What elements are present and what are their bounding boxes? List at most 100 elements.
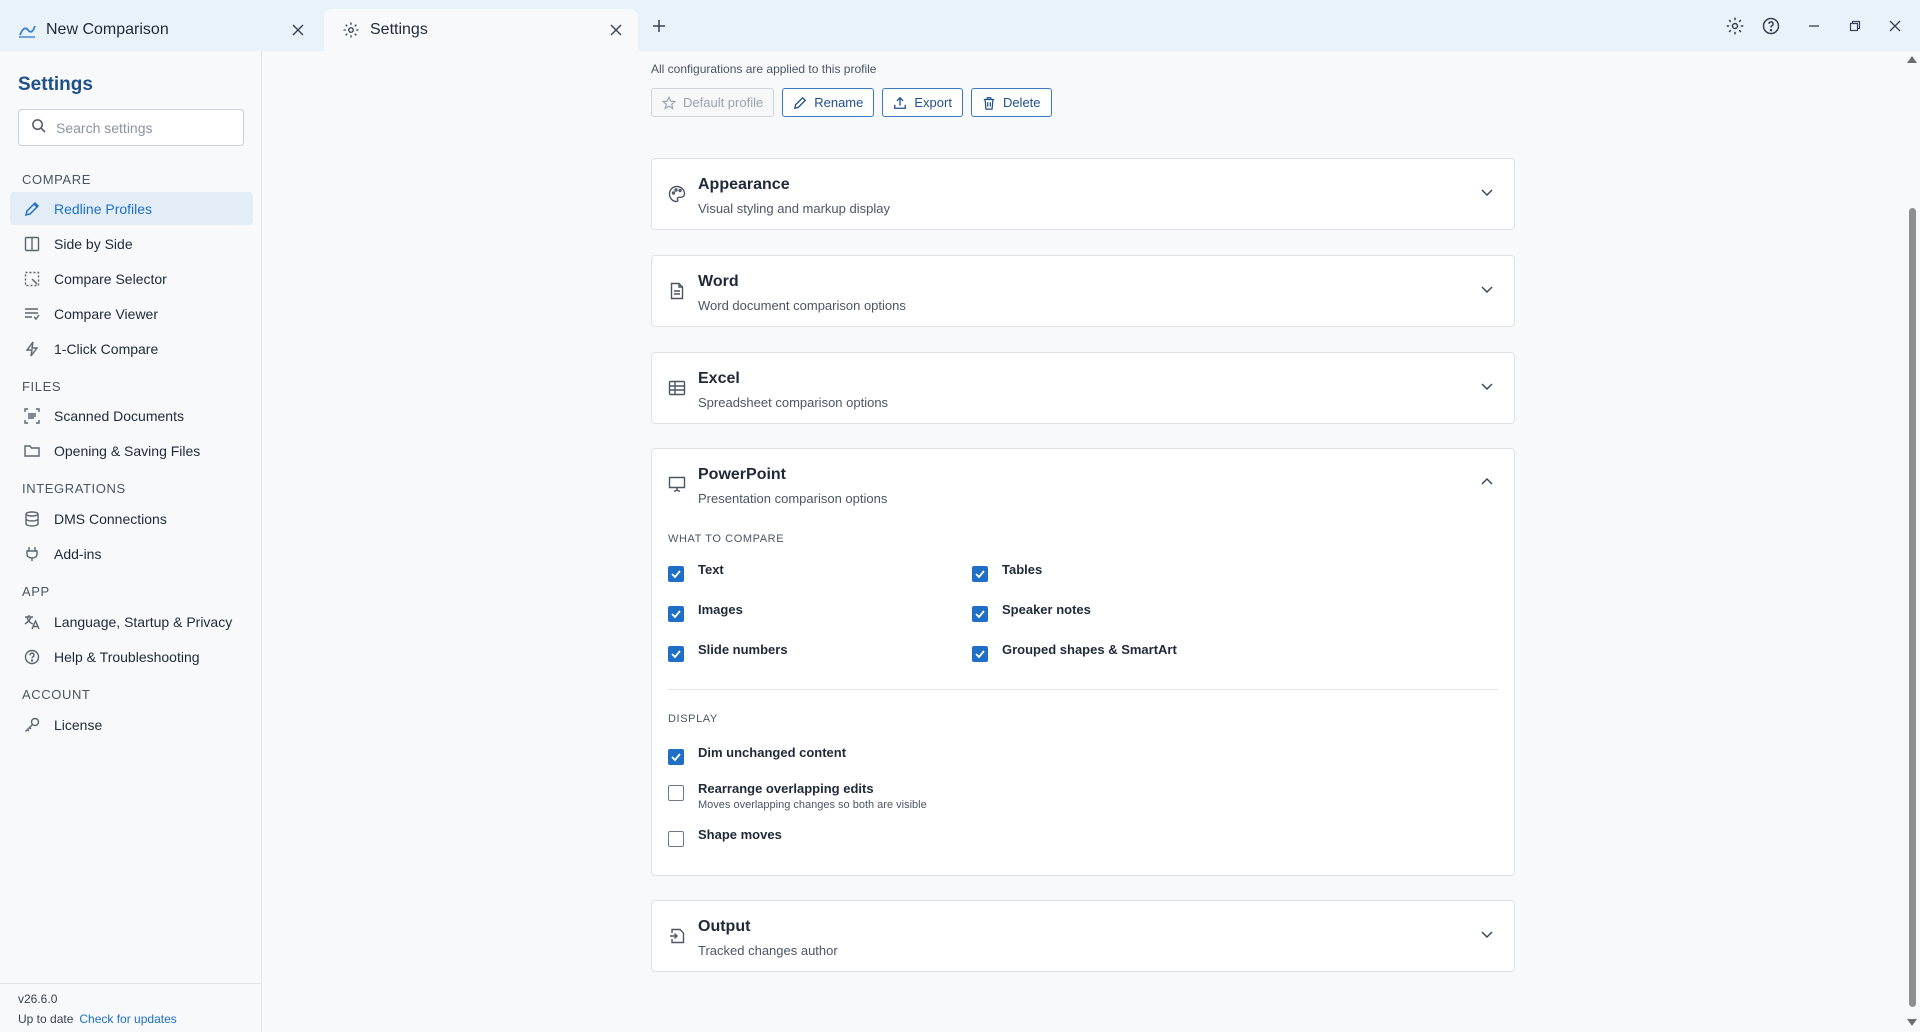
search-box[interactable] <box>18 109 244 146</box>
checkbox-checked-icon[interactable] <box>972 566 988 582</box>
database-icon <box>23 510 41 528</box>
compare-slide-numbers-option[interactable]: Slide numbers <box>668 642 788 662</box>
settings-gear-icon[interactable] <box>1723 14 1747 38</box>
gear-icon <box>342 21 360 39</box>
tab-settings[interactable]: Settings <box>324 9 638 51</box>
selection-icon <box>23 270 41 288</box>
folder-icon <box>23 442 41 460</box>
checkbox-checked-icon[interactable] <box>972 606 988 622</box>
word-header[interactable]: Word Word document comparison options <box>652 256 1514 326</box>
sidebar-item-license[interactable]: License <box>10 708 253 741</box>
section-divider <box>668 689 1498 690</box>
card-subtitle: Word document comparison options <box>698 298 906 313</box>
compare-images-option[interactable]: Images <box>668 602 743 622</box>
sidebar-item-1-click-compare[interactable]: 1-Click Compare <box>10 332 253 365</box>
vertical-scrollbar[interactable] <box>1905 51 1920 1032</box>
card-subtitle: Spreadsheet comparison options <box>698 395 889 410</box>
default-profile-button[interactable]: Default profile <box>651 88 775 117</box>
powerpoint-card: PowerPoint Presentation comparison optio… <box>651 448 1515 876</box>
sidebar-item-opening-saving-files[interactable]: Opening & Saving Files <box>10 434 253 467</box>
sidebar-item-side-by-side[interactable]: Side by Side <box>10 227 253 260</box>
check-updates-link[interactable]: Check for updates <box>79 1012 176 1026</box>
compare-text-option[interactable]: Text <box>668 562 724 582</box>
section-files: FILES <box>22 379 62 394</box>
checkbox-unchecked-icon[interactable] <box>668 785 684 801</box>
trash-icon <box>982 96 996 110</box>
sidebar-item-label: Add-ins <box>54 545 102 562</box>
checkbox-checked-icon[interactable] <box>668 646 684 662</box>
rearrange-overlapping-option[interactable]: Rearrange overlapping edits Moves overla… <box>668 781 927 811</box>
option-label: Slide numbers <box>698 642 788 657</box>
card-title: Word <box>698 273 739 290</box>
section-account: ACCOUNT <box>22 687 91 702</box>
sidebar-item-label: Side by Side <box>54 235 133 252</box>
close-tab-icon[interactable] <box>288 20 308 40</box>
minimize-icon[interactable] <box>1802 14 1826 38</box>
settings-content: All configurations are applied to this p… <box>263 51 1905 1032</box>
palette-icon <box>668 185 686 203</box>
delete-button[interactable]: Delete <box>970 88 1052 117</box>
version-text: v26.6.0 <box>18 992 58 1006</box>
close-tab-icon[interactable] <box>606 20 626 40</box>
export-button[interactable]: Export <box>882 88 963 117</box>
button-label: Delete <box>1002 95 1041 110</box>
button-label: Rename <box>814 95 864 110</box>
sidebar-title: Settings <box>18 74 93 95</box>
excel-header[interactable]: Excel Spreadsheet comparison options <box>652 353 1514 423</box>
plug-icon <box>23 545 41 563</box>
compare-speaker-notes-option[interactable]: Speaker notes <box>972 602 1091 622</box>
appearance-header[interactable]: Appearance Visual styling and markup dis… <box>652 159 1514 229</box>
option-label: Grouped shapes & SmartArt <box>1002 642 1177 657</box>
search-icon <box>31 118 46 138</box>
sidebar-item-label: Help & Troubleshooting <box>54 648 200 665</box>
new-tab-button[interactable] <box>648 15 670 37</box>
tab-new-comparison[interactable]: New Comparison <box>0 9 320 51</box>
sidebar-item-compare-viewer[interactable]: Compare Viewer <box>10 297 253 330</box>
sidebar-item-compare-selector[interactable]: Compare Selector <box>10 262 253 295</box>
option-label: Text <box>698 562 724 577</box>
close-icon[interactable] <box>1883 14 1907 38</box>
columns-icon <box>23 235 41 253</box>
checkbox-checked-icon[interactable] <box>668 749 684 765</box>
sidebar-item-language-startup-privacy[interactable]: Language, Startup & Privacy <box>10 605 253 638</box>
sidebar-item-dms-connections[interactable]: DMS Connections <box>10 502 253 535</box>
restore-icon[interactable] <box>1843 14 1867 38</box>
output-header[interactable]: Output Tracked changes author <box>652 901 1514 971</box>
scroll-up-arrow[interactable] <box>1907 56 1917 63</box>
chevron-down-icon <box>1480 282 1496 298</box>
search-input[interactable] <box>56 119 236 136</box>
sidebar-item-help-troubleshooting[interactable]: Help & Troubleshooting <box>10 640 253 673</box>
chevron-up-icon <box>1480 475 1496 491</box>
compare-grouped-shapes-option[interactable]: Grouped shapes & SmartArt <box>972 642 1177 662</box>
output-icon <box>668 927 686 945</box>
checkbox-checked-icon[interactable] <box>668 566 684 582</box>
card-title: PowerPoint <box>698 466 787 483</box>
sidebar-item-label: Compare Viewer <box>54 305 159 322</box>
translate-icon <box>23 613 41 631</box>
update-status: Up to date <box>18 1012 74 1026</box>
rename-button[interactable]: Rename <box>782 88 875 117</box>
shape-moves-option[interactable]: Shape moves <box>668 827 782 847</box>
section-app: APP <box>22 584 50 599</box>
appearance-card: Appearance Visual styling and markup dis… <box>651 158 1515 230</box>
checkbox-checked-icon[interactable] <box>972 646 988 662</box>
dim-unchanged-option[interactable]: Dim unchanged content <box>668 745 846 765</box>
compare-tables-option[interactable]: Tables <box>972 562 1042 582</box>
compare-app-icon <box>18 21 36 39</box>
output-card: Output Tracked changes author <box>651 900 1515 972</box>
sidebar-item-redline-profiles[interactable]: Redline Profiles <box>10 192 253 225</box>
help-circle-icon[interactable] <box>1759 14 1783 38</box>
presentation-icon <box>668 475 686 493</box>
checkbox-checked-icon[interactable] <box>668 606 684 622</box>
sidebar-item-add-ins[interactable]: Add-ins <box>10 537 253 570</box>
upload-icon <box>893 96 907 110</box>
document-icon <box>668 282 686 300</box>
scroll-thumb[interactable] <box>1909 208 1916 1007</box>
title-bar: New Comparison Settings <box>0 0 1920 51</box>
section-compare: COMPARE <box>22 172 91 187</box>
checkbox-unchecked-icon[interactable] <box>668 831 684 847</box>
powerpoint-header[interactable]: PowerPoint Presentation comparison optio… <box>652 449 1514 519</box>
chevron-down-icon <box>1480 927 1496 943</box>
scroll-down-arrow[interactable] <box>1907 1019 1917 1026</box>
sidebar-item-scanned-documents[interactable]: Scanned Documents <box>10 399 253 432</box>
